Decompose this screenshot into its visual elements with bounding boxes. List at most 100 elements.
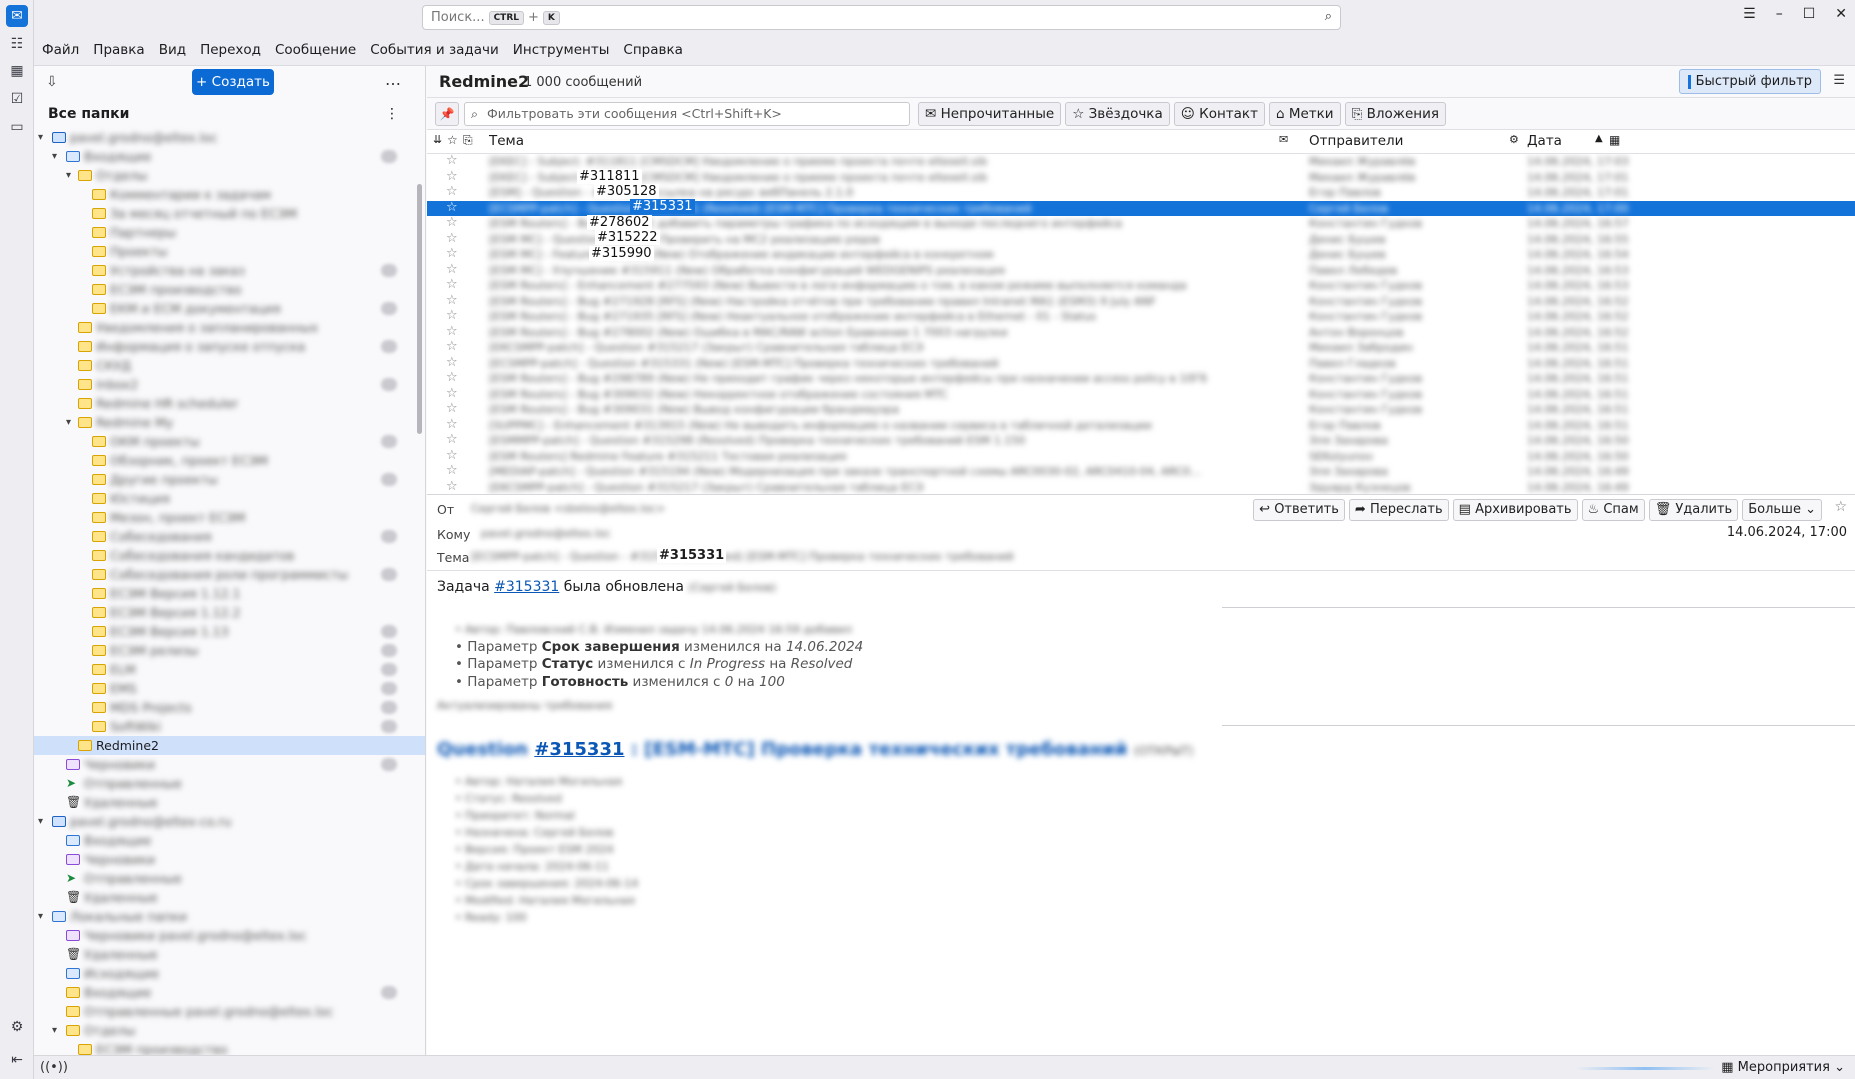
minimize-icon[interactable]: – [1776, 6, 1783, 22]
maximize-icon[interactable]: ☐ [1803, 6, 1816, 22]
get-messages-icon[interactable]: ⇩ [46, 74, 58, 90]
folder-row[interactable]: 🗑 Удаленные [34, 945, 425, 964]
chat-icon[interactable]: ▭ [6, 116, 28, 138]
events-toggle[interactable]: ▦ Мероприятия ⌄ [1721, 1060, 1845, 1075]
column-date[interactable]: Дата [1527, 133, 1562, 149]
filter-messages-input[interactable]: ⌕ Фильтровать эти сообщения <Ctrl+Shift+… [464, 102, 910, 126]
folder-row[interactable]: Устройства на заказ [34, 261, 425, 280]
folder-row[interactable]: Уведомления о запланированных [34, 318, 425, 337]
folder-row[interactable]: 🗑 Удаленные [34, 888, 425, 907]
message-row[interactable]: ☆ [MEDIAP-patch] - Question #315194 (New)… [427, 463, 1855, 480]
filter-contact-button[interactable]: ☺ Контакт [1173, 102, 1265, 126]
star-column-icon[interactable]: ☆ [447, 133, 458, 147]
column-senders[interactable]: Отправители [1309, 133, 1403, 149]
message-row[interactable]: ☆ [ESM Routers] - Bug #309031 (New) Вывод… [427, 401, 1855, 418]
message-row[interactable]: ☆ [ESM MC] - Улучшение #315911 (New) Обра… [427, 262, 1855, 279]
menu-go[interactable]: Переход [200, 42, 261, 58]
folder-row[interactable]: Черновики pavel.grodno@eltex.loc [34, 926, 425, 945]
from-value[interactable]: Сергей Белов <sbelov@eltex.loc> [471, 502, 665, 515]
folder-row[interactable]: ▾ Отделы [34, 1021, 425, 1040]
account-row[interactable]: ▾ Локальные папки [34, 907, 425, 926]
column-picker-icon[interactable]: ▦ [1609, 133, 1620, 147]
folder-row[interactable]: ЕСЭМ Версия 1.12.1 [34, 584, 425, 603]
folder-row[interactable]: Redmine HR scheduler [34, 394, 425, 413]
filter-unread-button[interactable]: ✉ Непрочитанные [918, 102, 1062, 126]
folder-row[interactable]: ЕСЭМ производство [34, 1040, 425, 1055]
folder-row[interactable]: Исходящие [34, 964, 425, 983]
unread-column-icon[interactable]: ✉ [1279, 133, 1288, 146]
thread-column-icon[interactable]: ⇊ [433, 133, 442, 146]
folder-row[interactable]: ЕСЭМ Версия 1.12.2 [34, 603, 425, 622]
folder-row[interactable]: ЕСЭМ релизы [34, 641, 425, 660]
app-menu-icon[interactable]: ☰ [1743, 6, 1756, 22]
folder-row[interactable]: ЕСЭМ производство [34, 280, 425, 299]
folder-row[interactable]: MDS Projects [34, 698, 425, 717]
message-row[interactable]: ☆ [ESM Routers] - Bug #278002 (New) Ошибк… [427, 324, 1855, 341]
junk-column-icon[interactable]: ⚙ [1509, 133, 1519, 146]
menu-edit[interactable]: Правка [93, 42, 144, 58]
folder-row[interactable]: Мезон, проект ЕСЭМ [34, 508, 425, 527]
folder-mode-menu-icon[interactable]: ⋮ [385, 100, 399, 128]
forward-button[interactable]: ➦ Переслать [1348, 499, 1449, 521]
account-row[interactable]: ▾ pavel.grodno@eltex-co.ru [34, 812, 425, 831]
folder-row[interactable]: Информация о запуске отпуска [34, 337, 425, 356]
create-button[interactable]: + Создать [192, 69, 274, 95]
folder-row[interactable]: Черновики [34, 755, 425, 774]
global-search-input[interactable]: Поиск... CTRL + K ⌕ [422, 5, 1341, 30]
message-row[interactable]: ☆ [ESMMPP-patch] - Question #315298 (Reso… [427, 432, 1855, 449]
folder-row[interactable]: ELM [34, 660, 425, 679]
folder-row[interactable]: Собеседования кандидатов [34, 546, 425, 565]
folder-row[interactable]: За месяц отчетный по ЕСЭМ [34, 204, 425, 223]
message-row[interactable]: ☆ [ESM Routers] - Bug #298789 (New) Не пр… [427, 370, 1855, 387]
folder-row[interactable]: Комментарии к задачам [34, 185, 425, 204]
folder-row[interactable]: ▾ Входящие [34, 147, 425, 166]
message-row[interactable]: ☆ [EKEC] - Subject: #311811 [CMSDCM] Увед… [427, 154, 1855, 170]
search-icon[interactable]: ⌕ [1325, 9, 1332, 24]
message-row[interactable]: ☆ [EKCSMPP-patch] - Question #315217 (Зак… [427, 339, 1855, 356]
folder-row[interactable]: Inbox2 [34, 375, 425, 394]
menu-message[interactable]: Сообщение [275, 42, 356, 58]
archive-button[interactable]: ▤ Архивировать [1452, 499, 1578, 521]
sort-ascending-icon[interactable]: ▲ [1595, 133, 1603, 144]
quick-filter-toggle-button[interactable]: Быстрый фильтр [1678, 69, 1821, 94]
folder-row[interactable]: ЕКМ и ЕСМ документация [34, 299, 425, 318]
collapse-spaces-icon[interactable]: ⇤ [6, 1049, 28, 1071]
folder-row[interactable]: EMS [34, 679, 425, 698]
pin-filter-icon[interactable]: 📌 [435, 102, 459, 126]
menu-help[interactable]: Справка [623, 42, 682, 58]
menu-view[interactable]: Вид [159, 42, 186, 58]
mail-space-icon[interactable]: ✉ [6, 5, 28, 27]
delete-button[interactable]: 🗑 Удалить [1648, 499, 1739, 521]
message-row[interactable]: ☆ [ESM Routers] - Bug #309032 (New) Некор… [427, 386, 1855, 403]
folder-pane-scrollbar[interactable] [417, 184, 422, 434]
message-row[interactable]: ☆ [ESM Routers] - Bug #271928 [RFS] (New)… [427, 293, 1855, 310]
close-icon[interactable]: ✕ [1835, 6, 1847, 22]
folder-row[interactable]: Другие проекты [34, 470, 425, 489]
folder-row[interactable]: ЕСЭМ Версия 1.13 [34, 622, 425, 641]
message-row[interactable]: ☆ [ESM Routers] - Bug #271935 [RFS] (New)… [427, 308, 1855, 325]
folder-row[interactable]: Входящие [34, 831, 425, 850]
menu-events-tasks[interactable]: События и задачи [370, 42, 499, 58]
account-row[interactable]: ▾ pavel.grodno@eltex.loc [34, 128, 425, 147]
to-value[interactable]: pavel.grodno@eltex.loc [481, 527, 611, 540]
message-row[interactable]: ☆ [ECSMPP-patch] - Question #315331 (New)… [427, 355, 1855, 372]
menu-file[interactable]: Файл [42, 42, 79, 58]
folder-row[interactable]: ➤ Отправленные [34, 869, 425, 888]
address-book-icon[interactable]: ☷ [6, 33, 28, 55]
folder-row[interactable]: ОКМ проекты [34, 432, 425, 451]
folder-row[interactable]: ➤ Отправленные [34, 774, 425, 793]
more-button[interactable]: Больше ⌄ [1742, 499, 1822, 521]
online-status-icon[interactable]: ((•)) [40, 1060, 68, 1075]
folder-row[interactable]: Собеседования роли программисты [34, 565, 425, 584]
issue-heading-link[interactable]: #315331 [534, 739, 624, 760]
junk-button[interactable]: ♨ Спам [1581, 499, 1645, 521]
tasks-icon[interactable]: ☑ [6, 88, 28, 110]
menu-tools[interactable]: Инструменты [513, 42, 610, 58]
folder-row[interactable]: СКУД [34, 356, 425, 375]
filter-tags-button[interactable]: ⌂ Метки [1268, 102, 1341, 126]
folder-row[interactable]: Входящие [34, 983, 425, 1002]
folder-row[interactable]: Черновики [34, 850, 425, 869]
more-options-icon[interactable]: … [385, 70, 401, 89]
attachment-column-icon[interactable]: ⎘ [463, 133, 473, 148]
folder-row[interactable]: Юстиция [34, 489, 425, 508]
